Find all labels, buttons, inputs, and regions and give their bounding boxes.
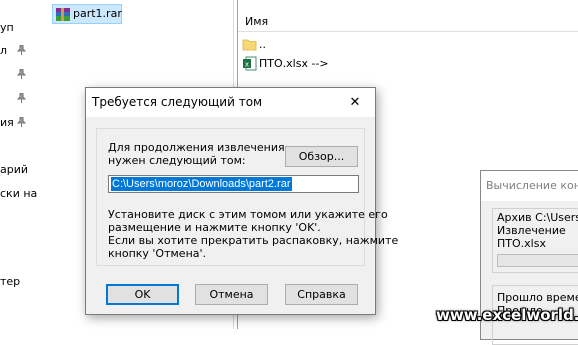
- nav-item-partial[interactable]: л: [0, 44, 7, 57]
- cancel-button[interactable]: Отмена: [195, 284, 268, 305]
- volume-path-input[interactable]: C:\Users\moroz\Downloads\part2.rar: [108, 175, 359, 193]
- excel-file-icon: x: [242, 56, 257, 71]
- pin-icon[interactable]: [17, 93, 26, 103]
- nav-item-label: ия: [0, 116, 14, 129]
- nav-item-label: тер: [0, 275, 21, 288]
- watermark-text: www.excelworld.ru: [436, 306, 578, 324]
- info-text-line1: Установите диск с этим томом или укажите…: [108, 208, 388, 221]
- list-item-parent-folder[interactable]: ..: [238, 36, 578, 54]
- nav-item-label: л: [0, 44, 8, 57]
- list-item-file[interactable]: x ПТО.xlsx -->: [238, 55, 578, 73]
- volume-path-selected-text: C:\Users\moroz\Downloads\part2.rar: [111, 177, 292, 191]
- progress-bar: [497, 254, 578, 267]
- folder-icon: [242, 37, 257, 52]
- dialog-title: Требуется следующий том: [92, 95, 263, 109]
- column-header-label: Имя: [245, 15, 269, 28]
- next-volume-dialog: Требуется следующий том ✕ Для продолжени…: [85, 87, 398, 315]
- progress-dialog-title: Вычисление конт: [486, 179, 578, 192]
- progress-elapsed-label: Прошло времени: [497, 291, 578, 304]
- column-header-name[interactable]: Имя: [238, 12, 578, 32]
- help-button[interactable]: Справка: [285, 284, 358, 305]
- pin-icon[interactable]: [17, 117, 26, 127]
- pin-icon[interactable]: [17, 45, 26, 55]
- close-icon: ✕: [349, 95, 361, 110]
- winrar-archive-icon: [55, 7, 71, 22]
- list-item-label: ПТО.xlsx -->: [259, 57, 329, 70]
- ok-button[interactable]: OK: [106, 284, 179, 305]
- progress-archive-path: Архив C:\Users\mo: [497, 211, 578, 224]
- nav-item-partial[interactable]: ски на: [0, 187, 37, 200]
- nav-item-partial[interactable]: тер: [0, 275, 20, 288]
- prompt-text-line1: Для продолжения извлечения: [108, 141, 285, 154]
- nav-item-label: ски на: [0, 187, 38, 200]
- file-name: part1.rar: [73, 7, 122, 20]
- progress-action: Извлечение: [497, 224, 566, 237]
- nav-item-partial[interactable]: уп: [0, 21, 14, 34]
- progress-file-name: ПТО.xlsx: [497, 237, 546, 250]
- svg-text:x: x: [245, 61, 249, 69]
- nav-item-partial[interactable]: арий: [0, 163, 28, 176]
- nav-item-label: уп: [0, 21, 14, 34]
- info-text-line4: кнопку 'Отмена'.: [108, 247, 207, 260]
- nav-item-label: арий: [0, 163, 29, 176]
- info-text-line3: Если вы хотите прекратить распаковку, на…: [108, 234, 399, 247]
- file-item-part1-rar[interactable]: part1.rar: [52, 4, 122, 24]
- browse-button[interactable]: Обзор...: [285, 146, 358, 167]
- nav-item-partial[interactable]: ия: [0, 116, 14, 129]
- info-text-line2: размещение и нажмите кнопку 'OK'.: [108, 221, 321, 234]
- dialog-titlebar[interactable]: Требуется следующий том ✕: [86, 88, 375, 117]
- pin-icon[interactable]: [17, 69, 26, 79]
- close-button[interactable]: ✕: [335, 88, 375, 117]
- progress-dialog-titlebar[interactable]: Вычисление конт: [481, 171, 578, 201]
- list-item-label: ..: [259, 38, 266, 51]
- prompt-text-line2: нужен следующий том:: [108, 154, 246, 167]
